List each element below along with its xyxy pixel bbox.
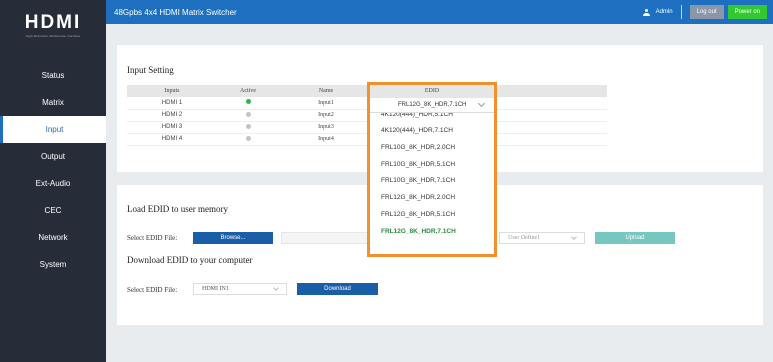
edid-option[interactable]: FRL12G_8K_HDR,5.1CH [370, 207, 494, 224]
edid-option[interactable]: FRL10G_8K_HDR,2.0CH [370, 140, 494, 157]
edid-option-selected[interactable]: FRL12G_8K_HDR,7.1CH [370, 224, 494, 241]
active-indicator [217, 133, 279, 146]
hdmi-logo: HDMI High-Definition Multimedia Interfac… [0, 0, 106, 50]
edid-option[interactable]: FRL10G_8K_HDR,7.1CH [370, 173, 494, 190]
input-label: HDMI 3 [127, 121, 217, 134]
sidebar-item-system[interactable]: System [0, 251, 106, 278]
upload-button[interactable]: Upload [595, 232, 675, 244]
col-inputs: Inputs [127, 85, 217, 97]
inactive-dot-icon [245, 135, 251, 141]
edid-selected-value[interactable]: FRL12G_8K_HDR,7.1CH [370, 98, 494, 112]
sidebar-item-ext-audio[interactable]: Ext-Audio [0, 170, 106, 197]
edid-options-list[interactable]: 4K120(444)_HDR,5.1CH 4K120(444)_HDR,7.1C… [370, 112, 494, 254]
download-select-label: Select EDID File: [127, 286, 178, 294]
download-source-select[interactable]: HDMI IN1 [193, 283, 287, 295]
active-indicator [217, 121, 279, 134]
top-header: 48Gpbs 4x4 HDMI Matrix Switcher Admin Lo… [106, 0, 773, 24]
chevron-down-icon [571, 234, 577, 240]
input-name[interactable]: Input1 [279, 97, 373, 110]
logo-text: HDMI [24, 11, 82, 33]
input-name[interactable]: Input4 [279, 133, 373, 146]
active-dot-icon [245, 99, 251, 105]
user-icon [642, 8, 650, 16]
col-name: Name [279, 85, 373, 97]
edid-option[interactable]: FRL12G_8K_HDR,2.0CH [370, 190, 494, 207]
input-label: HDMI 1 [127, 97, 217, 110]
power-on-button[interactable]: Power on [727, 5, 767, 19]
header-divider [680, 5, 682, 19]
browse-button[interactable]: Browse... [193, 232, 273, 244]
chevron-down-icon [477, 99, 486, 108]
load-select-label: Select EDID File: [127, 234, 178, 242]
sidebar-item-input[interactable]: Input [0, 116, 106, 143]
file-path-input[interactable] [281, 232, 371, 244]
input-setting-title: Input Setting [127, 65, 174, 75]
edid-option[interactable]: 4K120(444)_HDR,7.1CH [370, 123, 494, 140]
logo-subtitle: High-Definition Multimedia Interface [25, 33, 81, 38]
header-actions: Admin Log out Power on [642, 5, 767, 19]
user-define-select[interactable]: User Define1 [499, 232, 585, 244]
input-label: HDMI 2 [127, 109, 217, 122]
sidebar-item-matrix[interactable]: Matrix [0, 89, 106, 116]
load-edid-title: Load EDID to user memory [127, 204, 228, 214]
active-indicator [217, 109, 279, 122]
logout-button[interactable]: Log out [689, 5, 724, 19]
edid-header: EDID [370, 85, 494, 98]
input-name[interactable]: Input3 [279, 121, 373, 134]
input-name[interactable]: Input2 [279, 109, 373, 122]
download-button[interactable]: Download [297, 283, 378, 295]
active-indicator [217, 97, 279, 110]
edid-selected-text: FRL12G_8K_HDR,7.1CH [398, 102, 467, 108]
inactive-dot-icon [245, 111, 251, 117]
app-title: 48Gpbs 4x4 HDMI Matrix Switcher [114, 7, 237, 17]
edid-option[interactable]: FRL10G_8K_HDR,5.1CH [370, 157, 494, 174]
sidebar-item-output[interactable]: Output [0, 143, 106, 170]
download-source-value: HDMI IN1 [202, 286, 229, 292]
edid-dropdown[interactable]: EDID FRL12G_8K_HDR,7.1CH 4K120(444)_HDR,… [367, 82, 497, 257]
sidebar: HDMI High-Definition Multimedia Interfac… [0, 0, 106, 362]
user-define-value: User Define1 [508, 235, 541, 241]
admin-label: Admin [655, 9, 673, 15]
sidebar-item-cec[interactable]: CEC [0, 197, 106, 224]
download-edid-title: Download EDID to your computer [127, 255, 253, 265]
input-label: HDMI 4 [127, 133, 217, 146]
col-active: Active [217, 85, 279, 97]
sidebar-item-network[interactable]: Network [0, 224, 106, 251]
edid-option[interactable]: 4K120(444)_HDR,5.1CH [370, 113, 494, 123]
chevron-down-icon [273, 285, 279, 291]
inactive-dot-icon [245, 123, 251, 129]
sidebar-item-status[interactable]: Status [0, 62, 106, 89]
